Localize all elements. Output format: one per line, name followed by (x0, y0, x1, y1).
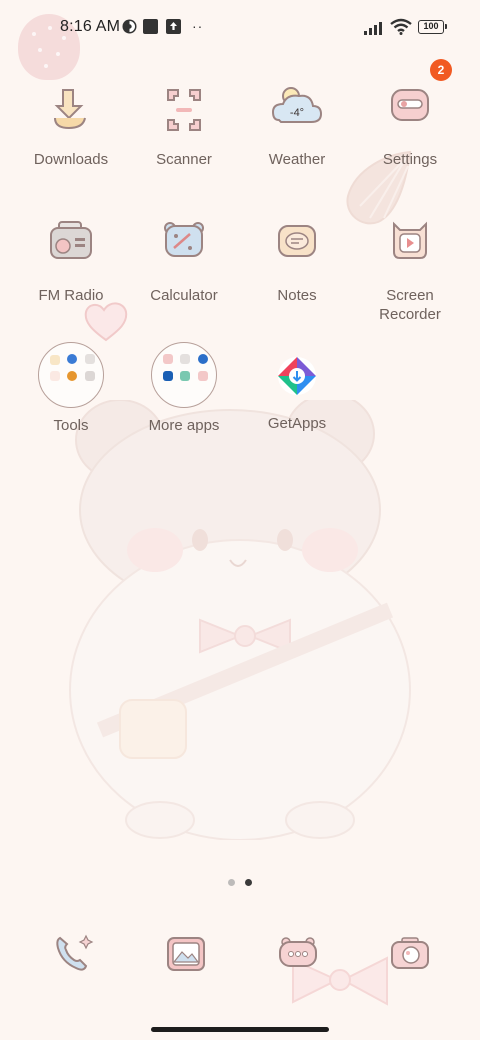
app-downloads[interactable]: Downloads (16, 78, 126, 169)
status-bar: 8:16 AM ·· 100 (0, 0, 480, 56)
app-calculator[interactable]: Calculator (129, 214, 239, 305)
app-settings[interactable]: Settings (355, 78, 465, 169)
dock-gallery[interactable] (162, 930, 210, 978)
phone-icon (56, 934, 94, 971)
page-indicator[interactable] (228, 879, 258, 887)
more-notifications: ·· (192, 18, 204, 34)
folder-icon (151, 342, 217, 408)
app-label: Screen Recorder (379, 287, 441, 323)
folder-more-apps[interactable]: More apps (129, 342, 239, 435)
scanner-icon (152, 78, 216, 142)
weather-icon: -4° (265, 78, 329, 142)
page-dot-active[interactable] (245, 879, 252, 886)
home-gesture-bar[interactable] (151, 1027, 329, 1032)
app-label: Tools (53, 417, 89, 434)
app-getapps[interactable]: GetApps (242, 342, 352, 433)
app-label: Weather (268, 151, 326, 168)
app-weather[interactable]: -4° Weather (242, 78, 352, 169)
dock-camera[interactable] (386, 930, 434, 978)
battery-icon: 100 (418, 20, 447, 34)
screen-recorder-icon (378, 214, 442, 278)
app-scanner[interactable]: Scanner (129, 78, 239, 169)
dock-messages[interactable] (274, 930, 322, 978)
camera-icon (391, 937, 429, 969)
app-label: FM Radio (38, 287, 104, 304)
weather-temp: -4° (290, 107, 304, 119)
app-fm-radio[interactable]: FM Radio (16, 214, 126, 305)
calculator-icon (152, 214, 216, 278)
app-square-icon (143, 19, 158, 34)
getapps-icon (265, 342, 329, 406)
signal-icon (364, 22, 382, 35)
app-label: Scanner (156, 151, 212, 168)
app-notes[interactable]: Notes (242, 214, 352, 305)
app-label: More apps (148, 417, 220, 434)
wallpaper-heart (84, 302, 128, 342)
folder-tools[interactable]: Tools (16, 342, 126, 435)
app-label: Settings (382, 151, 438, 168)
upload-icon (166, 19, 181, 34)
app-label: Calculator (150, 287, 218, 304)
clock: 8:16 AM (60, 18, 121, 35)
app-screen-recorder[interactable]: Screen Recorder (355, 214, 465, 324)
app-label: GetApps (267, 415, 327, 432)
radio-icon (39, 214, 103, 278)
notification-icon (122, 19, 137, 34)
notification-badge: 2 (430, 59, 452, 81)
app-label: Downloads (33, 151, 109, 168)
dock-phone[interactable] (50, 930, 98, 978)
gallery-icon (167, 937, 205, 971)
wifi-icon (390, 18, 412, 35)
notes-icon (265, 214, 329, 278)
wallpaper-hamster (69, 400, 411, 840)
app-label: Notes (277, 287, 317, 304)
download-icon (39, 78, 103, 142)
messages-icon (279, 937, 317, 967)
folder-icon (38, 342, 104, 408)
settings-icon (378, 78, 442, 142)
page-dot[interactable] (228, 879, 235, 886)
